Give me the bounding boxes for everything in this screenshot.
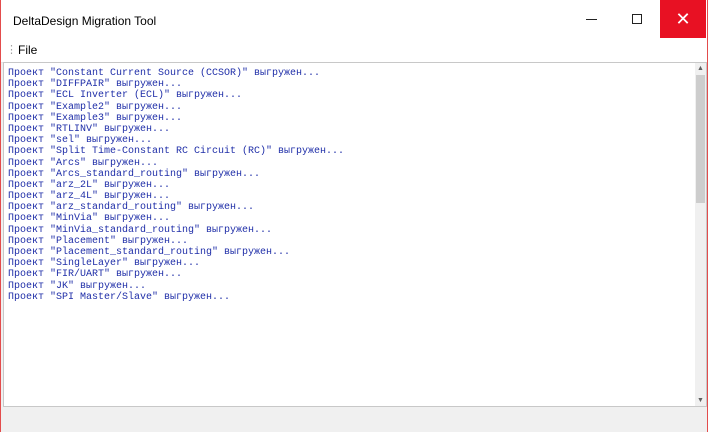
log-line: Проект "Example3" выгружен... bbox=[8, 112, 183, 124]
log-line: Проект "arz_4L" выгружен... bbox=[8, 191, 171, 203]
log-line: Проект "Constant Current Source (CCSOR)"… bbox=[8, 68, 321, 79]
minimize-icon bbox=[585, 18, 597, 20]
scroll-down-icon[interactable]: ▼ bbox=[695, 395, 706, 406]
log-line: Проект "SPI Master/Slave" выгружен... bbox=[8, 291, 231, 303]
menu-bar: ⋮ File bbox=[1, 38, 707, 63]
close-icon: ✕ bbox=[675, 8, 691, 29]
log-line: Проект "DIFFPAIR" выгружен... bbox=[8, 79, 183, 91]
menu-grip-icon[interactable]: ⋮ bbox=[6, 43, 17, 57]
log-line: Проект "sel" выгружен... bbox=[8, 135, 153, 147]
title-bar[interactable]: DeltaDesign Migration Tool ✕ bbox=[1, 0, 707, 38]
minimize-button[interactable] bbox=[568, 0, 614, 38]
log-line: Проект "ECL Inverter (ECL)" выгружен... bbox=[8, 90, 243, 102]
log-line: Проект "Placement_standard_routing" выгр… bbox=[8, 247, 291, 258]
log-line: Проект "arz_standard_routing" выгружен..… bbox=[8, 202, 255, 214]
log-line: Проект "Placement" выгружен... bbox=[8, 235, 189, 247]
log-line: Проект "FIR/UART" выгружен... bbox=[8, 269, 183, 281]
log-line: Проект "JK" выгружен... bbox=[8, 280, 147, 292]
log-line: Проект "MinVia" выгружен... bbox=[8, 213, 171, 225]
scroll-up-icon[interactable]: ▲ bbox=[695, 63, 706, 74]
log-line: Проект "arz_2L" выгружен... bbox=[8, 179, 171, 191]
log-line: Проект "Arcs_standard_routing" выгружен.… bbox=[8, 168, 261, 180]
vertical-scrollbar[interactable]: ▲ ▼ bbox=[695, 63, 706, 406]
log-line: Проект "Example2" выгружен... bbox=[8, 101, 183, 113]
log-line: Проект "RTLINV" выгружен... bbox=[8, 123, 171, 135]
close-button[interactable]: ✕ bbox=[660, 0, 706, 38]
app-window: DeltaDesign Migration Tool ✕ ⋮ File Прое… bbox=[0, 0, 708, 432]
log-lines: Проект "Constant Current Source (CCSOR)"… bbox=[8, 68, 344, 303]
log-output[interactable]: Проект "Constant Current Source (CCSOR)"… bbox=[3, 62, 707, 407]
status-bar bbox=[1, 407, 707, 432]
maximize-icon bbox=[632, 14, 642, 24]
menu-file[interactable]: File bbox=[18, 43, 37, 57]
window-title: DeltaDesign Migration Tool bbox=[13, 14, 157, 28]
log-line: Проект "MinVia_standard_routing" выгруже… bbox=[8, 224, 273, 236]
log-line: Проект "SingleLayer" выгружен... bbox=[8, 258, 201, 270]
log-line: Проект "Arcs" выгружен... bbox=[8, 157, 159, 169]
log-line: Проект "Split Time-Constant RC Circuit (… bbox=[8, 146, 345, 158]
scroll-thumb[interactable] bbox=[696, 75, 705, 203]
maximize-button[interactable] bbox=[614, 0, 660, 38]
